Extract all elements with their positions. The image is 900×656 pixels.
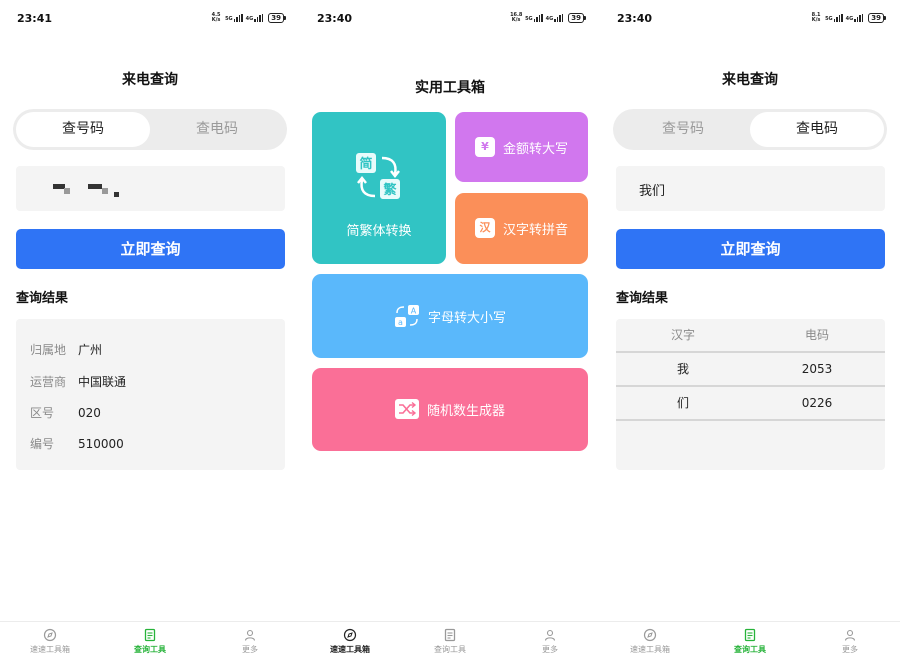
bottom-tab-bar: 速速工具箱 查询工具 更多 <box>300 621 600 656</box>
tab-more[interactable]: 更多 <box>200 628 300 655</box>
result-row: 区号 020 <box>30 406 101 420</box>
result-title: 查询结果 <box>616 291 669 306</box>
svg-text:A: A <box>411 307 417 316</box>
lookup-mode-toggle: 查号码 查电码 <box>13 109 287 150</box>
battery-icon: 39 <box>868 13 886 23</box>
tile-label: 简繁体转换 <box>346 224 412 239</box>
status-time: 23:41 <box>17 12 53 25</box>
tab-more[interactable]: 更多 <box>800 628 900 655</box>
column-header: 汉字 <box>670 328 695 342</box>
result-row: 归属地 广州 <box>30 343 103 357</box>
compass-icon <box>643 628 657 642</box>
tab-toolbox[interactable]: 速速工具箱 <box>600 628 700 655</box>
tile-label: 字母转大小写 <box>427 310 506 326</box>
tile-letter-case[interactable]: A a 字母转大小写 <box>312 274 588 358</box>
query-button[interactable]: 立即查询 <box>16 229 285 269</box>
table-cell: 们 <box>676 396 689 410</box>
network-speed: 8.1 K/s <box>811 12 821 23</box>
result-title: 查询结果 <box>16 291 69 306</box>
svg-text:简: 简 <box>359 156 372 172</box>
column-header: 电码 <box>804 328 829 342</box>
battery-icon: 39 <box>568 13 586 23</box>
network-speed: 4.5 K/s <box>211 12 221 23</box>
masked-digits <box>114 192 119 197</box>
signal-5g-icon: 5G <box>825 14 843 22</box>
table-cell: 0226 <box>801 396 833 410</box>
signal-5g-icon: 5G <box>225 14 243 22</box>
status-icons: 16.8 K/s 5G 4G 39 <box>510 12 586 23</box>
table-header: 汉字 电码 <box>616 319 885 353</box>
input-value: 我们 <box>639 184 666 199</box>
tab-more[interactable]: 更多 <box>500 628 600 655</box>
shuffle-icon <box>394 399 419 419</box>
tile-label: 随机数生成器 <box>426 403 505 419</box>
document-icon <box>144 628 156 642</box>
result-row: 运营商 中国联通 <box>30 375 127 389</box>
masked-digits <box>102 188 108 194</box>
table-cell: 2053 <box>801 362 833 376</box>
result-card: 归属地 广州 运营商 中国联通 区号 020 编号 510000 <box>16 319 285 470</box>
svg-text:a: a <box>398 318 403 327</box>
status-bar: 23:41 4.5 K/s 5G 4G 39 <box>0 12 300 28</box>
signal-4g-icon: 4G <box>546 14 564 22</box>
tab-query-tools[interactable]: 查询工具 <box>700 628 800 655</box>
chinese-icon: 汉 <box>474 218 495 238</box>
person-icon <box>844 629 856 641</box>
tile-random-generator[interactable]: 随机数生成器 <box>312 368 588 451</box>
tab-query-tools[interactable]: 查询工具 <box>400 628 500 655</box>
person-icon <box>544 629 556 641</box>
letters-icon: A a <box>394 305 419 327</box>
masked-digits <box>88 184 102 189</box>
table-cell: 我 <box>676 362 689 376</box>
status-icons: 4.5 K/s 5G 4G 39 <box>210 12 286 23</box>
phone-screen-phone-lookup: 23:41 4.5 K/s 5G 4G 39 来电查询 查号码 查电码 立即查询 … <box>0 0 300 656</box>
tab-phone-number[interactable]: 查号码 <box>616 112 750 147</box>
network-speed: 16.8 K/s <box>510 12 523 23</box>
tile-amount-uppercase[interactable]: ¥ 金额转大写 <box>455 112 588 182</box>
page-title: 实用工具箱 <box>415 80 485 96</box>
masked-digits <box>64 188 70 194</box>
phone-screen-telegraph-lookup: 23:40 8.1 K/s 5G 4G 39 来电查询 查号码 查电码 我们 立即… <box>600 0 900 656</box>
tile-hanzi-pinyin[interactable]: 汉 汉字转拼音 <box>455 193 588 264</box>
svg-text:繁: 繁 <box>383 182 397 198</box>
table-row: 们 0226 <box>616 387 885 421</box>
signal-4g-icon: 4G <box>246 14 264 22</box>
person-icon <box>244 629 256 641</box>
tab-telegraph-code[interactable]: 查电码 <box>750 112 884 147</box>
convert-icon: 简 繁 <box>356 153 400 199</box>
tile-simplified-traditional[interactable]: 简 繁 简繁体转换 <box>312 112 446 264</box>
status-time: 23:40 <box>317 12 353 25</box>
battery-icon: 39 <box>268 13 286 23</box>
status-icons: 8.1 K/s 5G 4G 39 <box>810 12 886 23</box>
phone-screen-toolbox: 23:40 16.8 K/s 5G 4G 39 实用工具箱 简 繁 简繁体转换 ¥… <box>300 0 600 656</box>
query-button[interactable]: 立即查询 <box>616 229 885 269</box>
status-bar: 23:40 8.1 K/s 5G 4G 39 <box>600 12 900 28</box>
page-title: 来电查询 <box>722 72 778 88</box>
chinese-text-input[interactable]: 我们 <box>616 166 885 211</box>
tab-phone-number[interactable]: 查号码 <box>16 112 150 147</box>
lookup-mode-toggle: 查号码 查电码 <box>613 109 887 150</box>
document-icon <box>744 628 756 642</box>
bottom-tab-bar: 速速工具箱 查询工具 更多 <box>0 621 300 656</box>
tab-query-tools[interactable]: 查询工具 <box>100 628 200 655</box>
phone-input[interactable] <box>16 166 285 211</box>
document-icon <box>444 628 456 642</box>
tile-label: 金额转大写 <box>502 141 568 157</box>
tab-toolbox[interactable]: 速速工具箱 <box>300 628 400 655</box>
table-row: 我 2053 <box>616 353 885 387</box>
bottom-tab-bar: 速速工具箱 查询工具 更多 <box>600 621 900 656</box>
result-row: 编号 510000 <box>30 437 124 451</box>
status-bar: 23:40 16.8 K/s 5G 4G 39 <box>300 12 600 28</box>
page-title: 来电查询 <box>122 72 178 88</box>
result-table: 汉字 电码 我 2053 们 0226 <box>616 319 885 470</box>
status-time: 23:40 <box>617 12 653 25</box>
signal-5g-icon: 5G <box>525 14 543 22</box>
currency-icon: ¥ <box>474 137 495 157</box>
signal-4g-icon: 4G <box>846 14 864 22</box>
tab-telegraph-code[interactable]: 查电码 <box>150 112 284 147</box>
compass-icon <box>343 628 357 642</box>
tile-label: 汉字转拼音 <box>502 222 568 238</box>
tab-toolbox[interactable]: 速速工具箱 <box>0 628 100 655</box>
compass-icon <box>43 628 57 642</box>
